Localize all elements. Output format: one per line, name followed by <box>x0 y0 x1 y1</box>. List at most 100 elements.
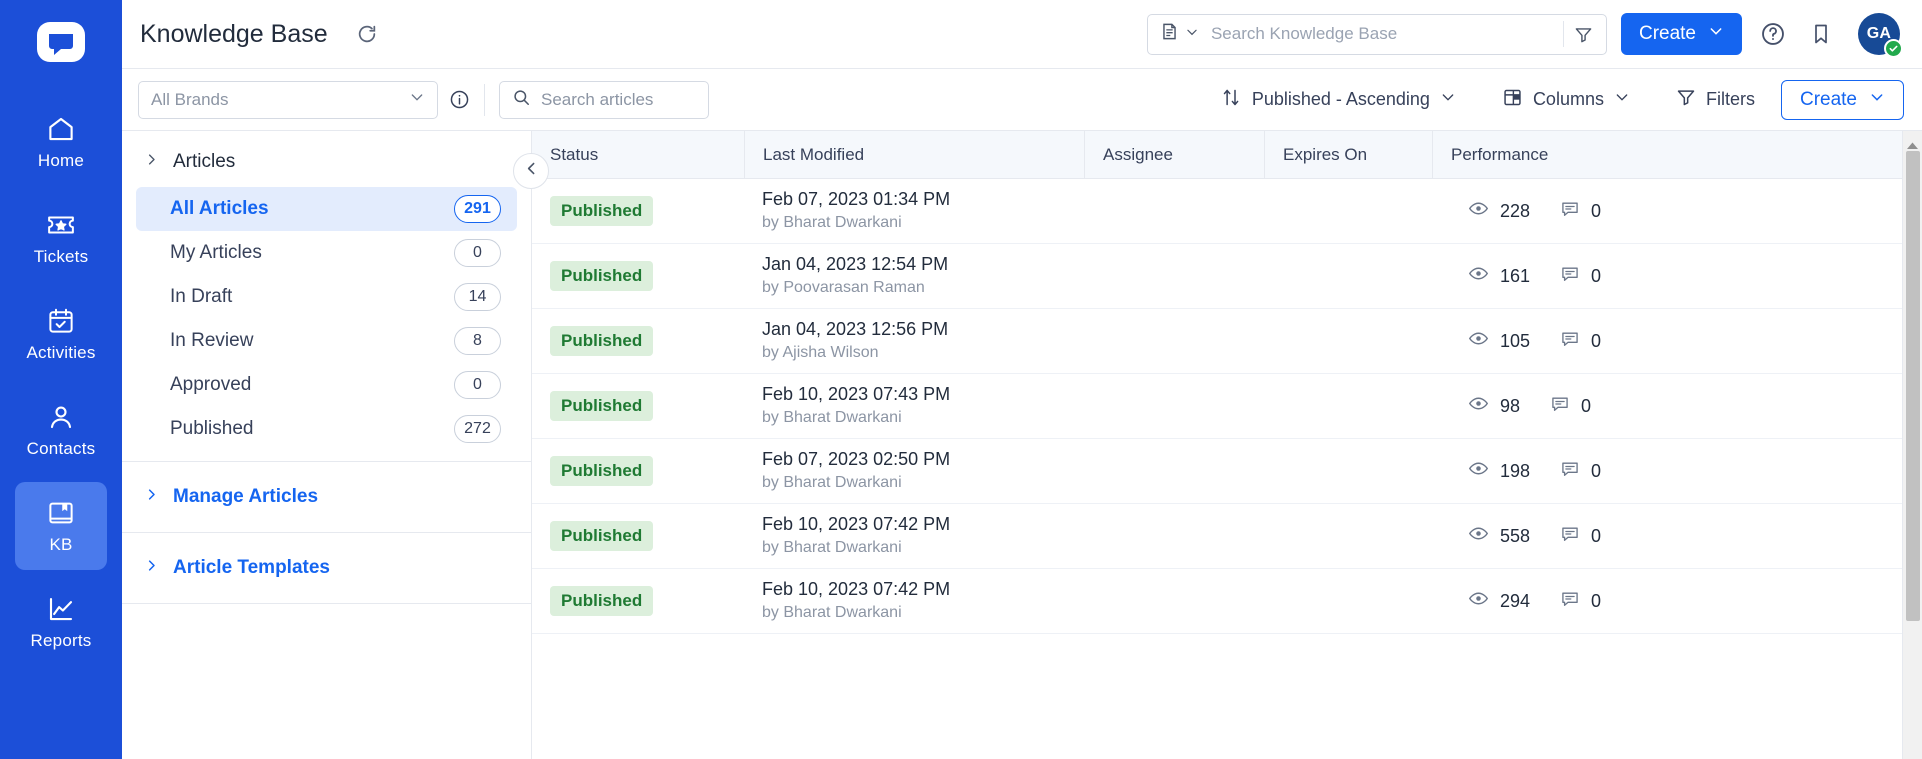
chart-line-icon <box>46 594 76 624</box>
collapse-panel-button[interactable] <box>513 153 549 189</box>
comment-icon <box>1560 589 1580 614</box>
last-modified-by: by Bharat Dwarkani <box>762 539 902 557</box>
last-modified-date: Jan 04, 2023 12:54 PM <box>762 253 949 274</box>
brand-select[interactable]: All Brands <box>138 80 438 119</box>
main-area: Knowledge Base Search Knowledge Base Cre… <box>122 0 1922 759</box>
table-row[interactable]: Published Feb 10, 2023 07:42 PM by Bharat … <box>532 569 1902 634</box>
tree-item-approved[interactable]: Approved 0 <box>136 363 517 407</box>
nav-item-kb[interactable]: KB <box>15 482 107 570</box>
cell-last-modified: Feb 07, 2023 02:50 PM by Bharat Dwarkani <box>744 439 1084 504</box>
last-modified-by: by Bharat Dwarkani <box>762 604 902 622</box>
table-header-row: Status Last Modified Assignee Expires On Per… <box>532 130 1902 179</box>
tree-group-article-templates[interactable]: Article Templates <box>122 543 531 593</box>
columns-selector[interactable]: Columns <box>1490 81 1642 119</box>
tree-item-published[interactable]: Published 272 <box>136 407 517 451</box>
column-header-last-modified[interactable]: Last Modified <box>744 130 1084 179</box>
cell-status: Published <box>532 374 744 439</box>
chevron-right-icon <box>144 557 159 579</box>
table-row[interactable]: Published Jan 04, 2023 12:56 PM by Ajisha … <box>532 309 1902 374</box>
tree-group-articles[interactable]: Articles <box>122 137 531 187</box>
column-header-assignee[interactable]: Assignee <box>1084 130 1264 179</box>
person-icon <box>46 402 76 432</box>
chevron-down-icon <box>1869 89 1885 111</box>
column-header-performance[interactable]: Performance <box>1432 130 1902 179</box>
cell-status: Published <box>532 504 744 569</box>
create-button[interactable]: Create <box>1620 13 1742 55</box>
table-row[interactable]: Published Feb 07, 2023 02:50 PM by Bharat … <box>532 439 1902 504</box>
nav-item-reports[interactable]: Reports <box>15 578 107 666</box>
nav-item-home[interactable]: Home <box>15 98 107 186</box>
filter-funnel-icon <box>1676 87 1696 112</box>
tree-item-label: All Articles <box>170 198 269 219</box>
views-metric: 558 <box>1468 523 1530 549</box>
chevron-down-icon <box>409 89 425 110</box>
cell-status: Published <box>532 309 744 374</box>
help-circle-icon[interactable] <box>1756 17 1790 51</box>
last-modified-date: Feb 07, 2023 01:34 PM <box>762 188 951 209</box>
tree-item-all-articles[interactable]: All Articles 291 <box>136 187 517 231</box>
comment-icon <box>1560 524 1580 549</box>
refresh-icon[interactable] <box>352 19 382 49</box>
tree-group-label: Article Templates <box>173 557 330 578</box>
comment-icon <box>1560 459 1580 484</box>
app-logo-icon[interactable] <box>32 14 90 72</box>
table-row[interactable]: Published Feb 07, 2023 01:34 PM by Bharat … <box>532 179 1902 244</box>
scroll-up-arrow-icon[interactable] <box>1903 131 1922 150</box>
tree-item-label: Published <box>170 418 254 439</box>
avatar[interactable]: GA <box>1858 13 1903 58</box>
comments-count: 0 <box>1591 200 1602 221</box>
vertical-scrollbar[interactable] <box>1902 131 1922 759</box>
filters-button[interactable]: Filters <box>1664 81 1767 119</box>
tree-group-manage-articles[interactable]: Manage Articles <box>122 472 531 522</box>
chevron-down-icon <box>1614 89 1630 110</box>
info-circle-icon[interactable] <box>438 89 480 110</box>
column-header-expires-on[interactable]: Expires On <box>1264 130 1432 179</box>
nav-item-label: Home <box>37 150 85 170</box>
tree-group-label: Manage Articles <box>173 486 319 507</box>
cell-expires-on <box>1264 569 1432 634</box>
create-article-button[interactable]: Create <box>1780 79 1904 120</box>
check-badge-icon <box>1884 39 1903 58</box>
create-article-label: Create <box>1799 88 1857 110</box>
search-scope-selector[interactable] <box>1160 22 1199 46</box>
comment-icon <box>1550 394 1570 419</box>
nav-item-activities[interactable]: Activities <box>15 290 107 378</box>
views-count: 228 <box>1500 200 1531 221</box>
tree-divider <box>122 603 531 604</box>
nav-item-label: KB <box>49 534 73 554</box>
comments-count: 0 <box>1581 395 1592 416</box>
cell-expires-on <box>1264 179 1432 244</box>
tree-item-in-draft[interactable]: In Draft 14 <box>136 275 517 319</box>
views-count: 105 <box>1500 330 1531 351</box>
book-icon <box>46 498 76 528</box>
comments-metric: 0 <box>1560 329 1601 354</box>
table-row[interactable]: Published Feb 10, 2023 07:43 PM by Bharat … <box>532 374 1902 439</box>
comments-metric: 0 <box>1550 394 1591 419</box>
global-search-input[interactable] <box>1198 24 1563 44</box>
tree-item-my-articles[interactable]: My Articles 0 <box>136 231 517 275</box>
bookmark-icon[interactable] <box>1804 17 1838 51</box>
tree-item-in-review[interactable]: In Review 8 <box>136 319 517 363</box>
status-badge: Published <box>550 586 654 616</box>
status-badge: Published <box>550 196 654 226</box>
app-header: Knowledge Base Search Knowledge Base Cre… <box>122 0 1922 69</box>
cell-last-modified: Feb 10, 2023 07:43 PM by Bharat Dwarkani <box>744 374 1084 439</box>
cell-performance: 98 0 <box>1432 374 1902 439</box>
status-badge: Published <box>550 521 654 551</box>
eye-icon <box>1468 458 1489 484</box>
nav-item-tickets[interactable]: Tickets <box>15 194 107 282</box>
nav-item-label: Reports <box>30 630 92 650</box>
column-header-status[interactable]: Status <box>532 131 744 179</box>
home-icon <box>46 114 76 144</box>
cell-performance: 558 0 <box>1432 504 1902 569</box>
scrollbar-thumb[interactable] <box>1905 151 1920 621</box>
tree-item-label: In Review <box>170 330 254 351</box>
nav-item-contacts[interactable]: Contacts <box>15 386 107 474</box>
search-filter-icon[interactable] <box>1564 25 1604 44</box>
table-row[interactable]: Published Feb 10, 2023 07:42 PM by Bharat … <box>532 504 1902 569</box>
search-articles-input[interactable] <box>541 89 696 110</box>
primary-nav-rail: Home Tickets Activities Contacts KB Reports <box>0 0 122 759</box>
tree-item-count: 272 <box>454 415 501 443</box>
sort-selector[interactable]: Published - Ascending <box>1209 81 1468 119</box>
table-row[interactable]: Published Jan 04, 2023 12:54 PM by Poovara… <box>532 244 1902 309</box>
